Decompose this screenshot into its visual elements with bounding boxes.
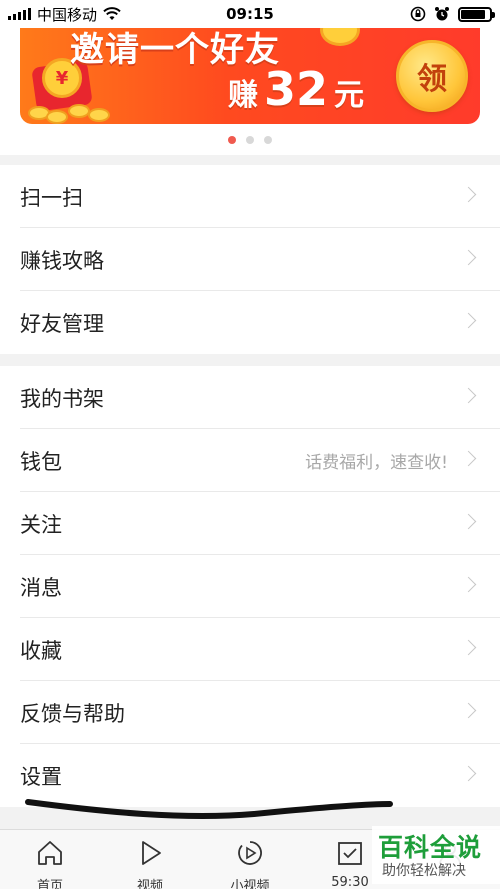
chevron-right-icon — [460, 702, 477, 719]
status-right — [410, 0, 495, 28]
menu-item-group2-1[interactable]: 钱包 话费福利，速查收! — [0, 429, 500, 492]
chevron-right-icon — [460, 513, 477, 530]
watermark-title: 百科全说 — [378, 833, 483, 862]
chevron-right-icon — [460, 639, 477, 656]
tab-label: 59:30 — [331, 875, 369, 889]
banner-reward: 赚 32 元 — [228, 62, 364, 116]
section-gap — [0, 155, 500, 165]
carousel-dot[interactable] — [228, 136, 236, 144]
section-gap — [0, 354, 500, 366]
reward-amount: 32 — [264, 62, 329, 116]
menu-group-account: 我的书架钱包 话费福利，速查收! 关注消息收藏反馈与帮助设置 — [0, 366, 500, 807]
coin-pile-icon — [28, 98, 118, 124]
menu-item-label: 扫一扫 — [20, 185, 83, 210]
watermark-subtitle: 助你轻松解决 — [382, 863, 466, 879]
banner-carousel: ¥ 邀请一个好友 赚 32 元 领 — [0, 28, 500, 155]
menu-item-label: 收藏 — [20, 638, 62, 663]
battery-fill — [461, 9, 485, 19]
chevron-right-icon — [460, 576, 477, 593]
home-icon — [35, 838, 65, 872]
chevron-right-icon — [460, 387, 477, 404]
menu-item-label: 赚钱攻略 — [20, 248, 104, 273]
tab-label: 首页 — [36, 879, 63, 889]
menu-item-label: 钱包 — [20, 449, 62, 474]
menu-item-group2-5[interactable]: 反馈与帮助 — [0, 681, 500, 744]
menu-item-group1-2[interactable]: 好友管理 — [0, 291, 500, 354]
tab-0[interactable]: 首页 — [0, 830, 100, 889]
chevron-right-icon — [460, 450, 477, 467]
claim-button[interactable]: 领 — [396, 40, 468, 112]
menu-item-label: 消息 — [20, 575, 62, 600]
invite-friend-banner[interactable]: ¥ 邀请一个好友 赚 32 元 领 — [20, 28, 480, 124]
menu-item-group2-4[interactable]: 收藏 — [0, 618, 500, 681]
carousel-indicator — [0, 136, 500, 144]
chevron-right-icon — [460, 249, 477, 266]
chevron-right-icon — [460, 765, 477, 782]
tab-2[interactable]: 小视频 — [200, 830, 300, 889]
scribble-mark — [25, 799, 393, 820]
reward-unit: 元 — [334, 78, 365, 113]
menu-item-label: 反馈与帮助 — [20, 701, 125, 726]
tab-1[interactable]: 视频 — [100, 830, 200, 889]
menu-item-label: 设置 — [20, 764, 62, 789]
carousel-dot[interactable] — [246, 136, 254, 144]
menu-item-label: 好友管理 — [20, 311, 104, 336]
status-bar: 中国移动 09:15 — [0, 0, 500, 28]
menu-item-hint: 话费福利，速查收! — [305, 453, 448, 473]
task-check-icon — [335, 838, 365, 872]
menu-item-label: 关注 — [20, 512, 62, 537]
menu-group-tools: 扫一扫赚钱攻略好友管理 — [0, 165, 500, 354]
carousel-dot[interactable] — [264, 136, 272, 144]
reward-prefix: 赚 — [228, 78, 258, 113]
chevron-right-icon — [460, 312, 477, 329]
play-icon — [135, 838, 165, 872]
menu-item-label: 我的书架 — [20, 386, 104, 411]
rotation-lock-icon — [410, 6, 426, 22]
tab-label: 视频 — [136, 879, 163, 889]
menu-item-group2-2[interactable]: 关注 — [0, 492, 500, 555]
menu-item-group2-0[interactable]: 我的书架 — [0, 366, 500, 429]
chevron-right-icon — [460, 186, 477, 203]
coin-icon — [320, 28, 360, 46]
menu-item-group1-1[interactable]: 赚钱攻略 — [0, 228, 500, 291]
tab-label: 小视频 — [230, 879, 270, 889]
mini-video-icon — [235, 838, 265, 872]
watermark: 百科全说 助你轻松解决 — [372, 826, 500, 884]
battery-icon — [458, 6, 495, 22]
menu-item-group2-3[interactable]: 消息 — [0, 555, 500, 618]
alarm-icon — [435, 7, 449, 21]
menu-item-group1-0[interactable]: 扫一扫 — [0, 165, 500, 228]
